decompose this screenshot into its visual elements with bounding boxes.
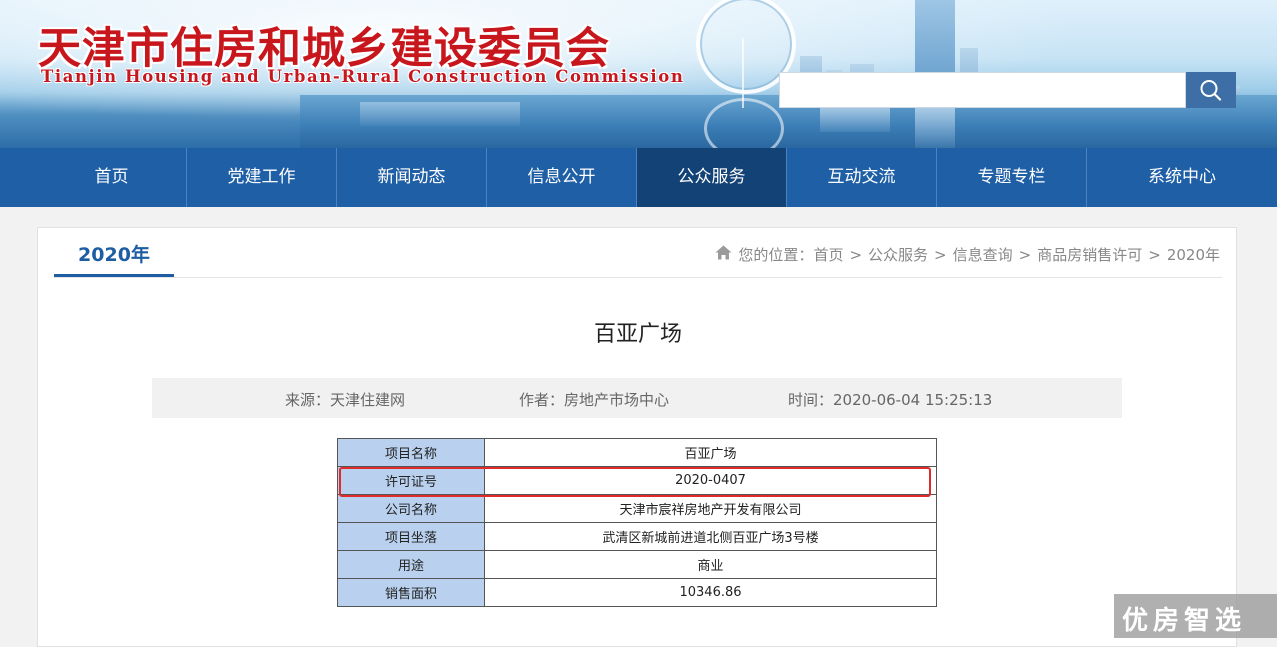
main-nav: 首页 党建工作 新闻动态 信息公开 公众服务 互动交流 专题专栏 系统中心 <box>0 148 1277 207</box>
table-row: 用途 商业 <box>337 550 937 579</box>
breadcrumb-item-info-query[interactable]: 信息查询 <box>953 244 1013 265</box>
nav-item-system-center[interactable]: 系统中心 <box>1087 148 1277 207</box>
tab-year[interactable]: 2020年 <box>54 240 174 267</box>
search-icon <box>1200 80 1222 101</box>
table-row: 公司名称 天津市宸祥房地产开发有限公司 <box>337 494 937 523</box>
meta-time: 时间：2020-06-04 15:25:13 <box>788 391 993 409</box>
breadcrumb-item-public-service[interactable]: 公众服务 <box>868 244 928 265</box>
breadcrumb-separator: > <box>1148 245 1161 264</box>
meta-source: 来源：天津住建网 <box>285 391 406 409</box>
nav-item-interaction[interactable]: 互动交流 <box>787 148 937 207</box>
table-key: 公司名称 <box>337 494 485 523</box>
tab-divider <box>54 277 1222 278</box>
nav-item-home[interactable]: 首页 <box>0 148 187 207</box>
table-key: 项目坐落 <box>337 522 485 551</box>
table-key: 项目名称 <box>337 438 485 467</box>
permit-info-table: 项目名称 百亚广场 许可证号 2020-0407 公司名称 天津市宸祥房地产开发… <box>337 438 937 607</box>
breadcrumb-item-home[interactable]: 首页 <box>813 244 843 265</box>
table-row: 项目名称 百亚广场 <box>337 438 937 467</box>
article-title: 百亚广场 <box>593 322 682 347</box>
home-icon <box>715 245 732 264</box>
table-key: 销售面积 <box>337 578 485 607</box>
highlight-annotation <box>339 467 931 497</box>
nav-item-news[interactable]: 新闻动态 <box>337 148 487 207</box>
meta-author: 作者：房地产市场中心 <box>519 391 670 409</box>
table-value: 10346.86 <box>484 578 937 607</box>
watermark-text: 优房智选 <box>1122 606 1247 636</box>
banner-reflection <box>360 102 520 126</box>
watermark: 优房智选 <box>1114 594 1277 638</box>
table-row: 销售面积 10346.86 <box>337 578 937 607</box>
article-meta: 来源：天津住建网 作者：房地产市场中心 时间：2020-06-04 15:25:… <box>152 378 1122 418</box>
table-value: 武清区新城前进道北侧百亚广场3号楼 <box>484 522 937 551</box>
banner-reflection <box>915 102 955 148</box>
breadcrumb-separator: > <box>849 245 863 264</box>
breadcrumb-prefix: 您的位置： <box>738 246 814 264</box>
breadcrumb-separator: > <box>1018 245 1032 264</box>
nav-item-special-topics[interactable]: 专题专栏 <box>937 148 1087 207</box>
search-input[interactable] <box>779 72 1186 108</box>
table-value: 商业 <box>484 550 937 579</box>
nav-item-public-service[interactable]: 公众服务 <box>637 148 787 207</box>
search-button[interactable] <box>1186 72 1236 108</box>
breadcrumb-item-year[interactable]: 2020年 <box>1167 244 1220 265</box>
table-value: 天津市宸祥房地产开发有限公司 <box>484 494 937 523</box>
site-subtitle: Tianjin Housing and Urban-Rural Construc… <box>41 67 685 86</box>
breadcrumb-item-sales-permit[interactable]: 商品房销售许可 <box>1037 244 1142 265</box>
table-row: 项目坐落 武清区新城前进道北侧百亚广场3号楼 <box>337 522 937 551</box>
table-value: 百亚广场 <box>484 438 937 467</box>
table-key: 用途 <box>337 550 485 579</box>
breadcrumb-separator: > <box>934 245 947 264</box>
header-banner: 天津市住房和城乡建设委员会 Tianjin Housing and Urban-… <box>0 0 1277 148</box>
content-card: 2020年 您的位置： 首页 > 公众服务 > 信息查询 > 商品房销售许可 >… <box>37 227 1237 647</box>
nav-item-info-disclosure[interactable]: 信息公开 <box>487 148 637 207</box>
breadcrumb: 您的位置： 首页 > 公众服务 > 信息查询 > 商品房销售许可 > 2020年 <box>715 244 1220 265</box>
nav-item-party-building[interactable]: 党建工作 <box>187 148 337 207</box>
